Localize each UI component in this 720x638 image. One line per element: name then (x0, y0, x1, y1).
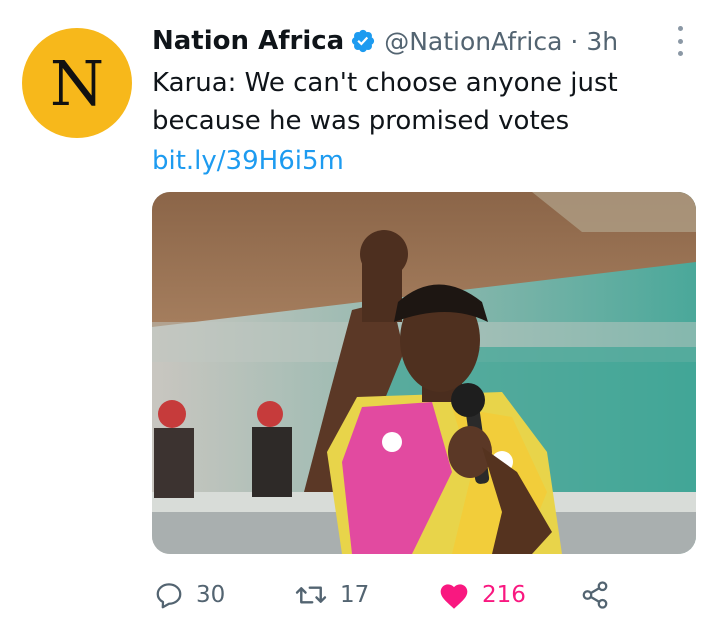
tweet-header: Nation Africa @NationAfrica · 3h (152, 24, 618, 58)
more-dot (677, 51, 683, 56)
reply-icon (156, 583, 182, 609)
retweet-icon (295, 586, 327, 604)
more-dot (677, 38, 683, 44)
share-button[interactable] (580, 574, 610, 616)
reply-button[interactable]: 30 (154, 574, 225, 616)
verified-badge-icon (352, 29, 375, 53)
tweet-actions: 30 17 216 (152, 574, 622, 616)
avatar[interactable]: N (22, 28, 132, 138)
share-icon (582, 581, 608, 609)
display-name[interactable]: Nation Africa (152, 26, 344, 56)
like-count: 216 (482, 582, 526, 608)
photo-illustration (152, 192, 696, 554)
tweet-text: Karua: We can't choose anyone just becau… (152, 68, 618, 136)
avatar-letter: N (49, 47, 105, 120)
tweet-link[interactable]: bit.ly/39H6i5m (152, 142, 344, 180)
separator-dot: · (570, 26, 579, 56)
handle[interactable]: @NationAfrica (384, 27, 562, 56)
tweet-media-photo[interactable] (152, 192, 696, 554)
more-options-icon[interactable] (672, 26, 688, 56)
more-dot (677, 26, 683, 31)
like-heart-icon (440, 584, 468, 609)
reply-count: 30 (196, 582, 226, 608)
retweet-count: 17 (340, 582, 370, 608)
retweet-button[interactable]: 17 (294, 574, 369, 616)
timestamp[interactable]: 3h (586, 27, 618, 56)
like-button[interactable]: 216 (438, 574, 526, 616)
